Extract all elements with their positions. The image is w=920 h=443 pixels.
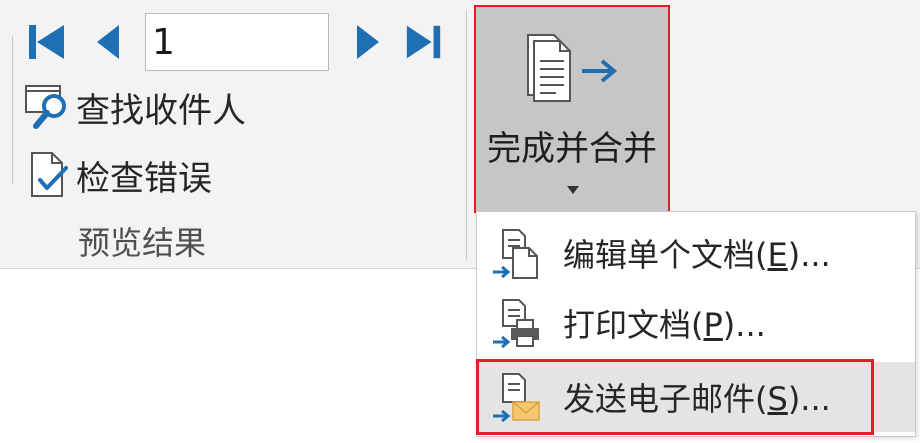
next-record-button[interactable] [348,20,388,64]
preview-results-group-label: 预览结果 [78,224,207,262]
find-recipient-icon [20,82,76,132]
first-record-button[interactable] [26,20,66,64]
edit-documents-icon [493,229,538,279]
find-recipient-label: 查找收件人 [76,90,246,131]
finish-merge-icon [527,34,618,102]
menu-item-print-documents[interactable]: 打印文档(P)... [477,288,915,358]
send-email-icon [493,373,540,423]
check-errors-icon [20,150,76,200]
last-record-icon [406,25,441,59]
check-errors-button[interactable]: 检查错误 [20,150,212,200]
chevron-down-icon [567,186,579,194]
print-documents-icon [493,299,539,349]
menu-item-edit-documents-label: 编辑单个文档(E)... [563,236,831,274]
find-recipient-button[interactable]: 查找收件人 [20,82,246,132]
finish-merge-button[interactable]: 完成并合并 [474,5,670,213]
finish-merge-dropdown-menu: 编辑单个文档(E)... 打印文档(P)... 发送电子邮件(S)... [476,211,916,437]
menu-item-send-email-label: 发送电子邮件(S)... [563,380,831,418]
record-number-input[interactable] [145,13,329,71]
check-errors-label: 检查错误 [76,158,212,199]
menu-item-edit-documents[interactable]: 编辑单个文档(E)... [477,218,915,288]
group-divider [466,10,467,260]
menu-item-print-documents-label: 打印文档(P)... [563,306,766,344]
finish-merge-label: 完成并合并 [487,129,657,169]
first-record-icon [29,25,64,59]
next-record-icon [357,25,379,59]
last-record-button[interactable] [404,20,444,64]
previous-record-icon [97,25,119,59]
left-divider [12,36,13,184]
menu-item-send-email[interactable]: 发送电子邮件(S)... [477,362,915,432]
previous-record-button[interactable] [88,20,128,64]
